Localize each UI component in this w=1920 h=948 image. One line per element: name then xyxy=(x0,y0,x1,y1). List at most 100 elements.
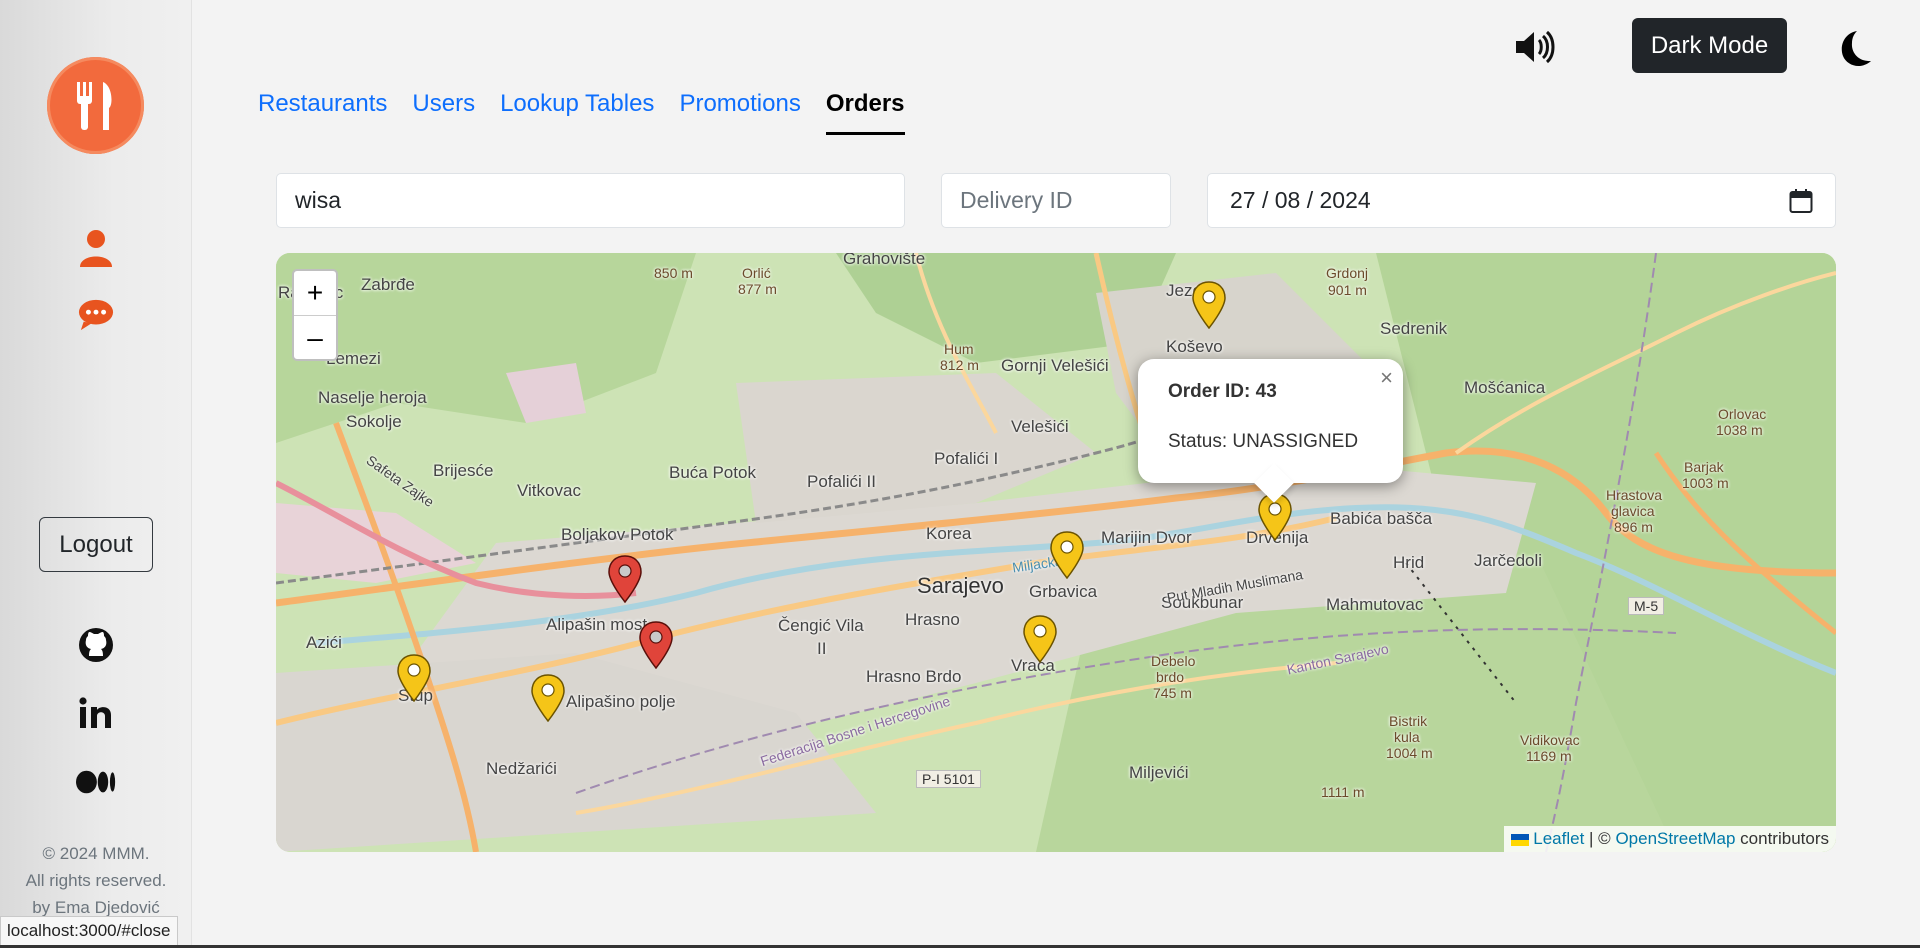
map-label: Čengić Vila xyxy=(778,616,864,635)
user-icon[interactable] xyxy=(78,230,114,267)
map-label: Sedrenik xyxy=(1380,319,1448,338)
map-label: 1111 m xyxy=(1321,784,1365,800)
map-marker[interactable] xyxy=(396,654,432,702)
github-icon[interactable] xyxy=(76,625,116,665)
map-label: Vidikovac xyxy=(1520,732,1580,748)
popup-order-id: Order ID: 43 xyxy=(1168,381,1277,402)
map-label: Zabrđe xyxy=(361,275,415,294)
map-label: Koševo xyxy=(1166,337,1223,356)
order-popup: × Order ID: 43 Status: UNASSIGNED xyxy=(1138,359,1403,503)
map-label: Sokolje xyxy=(346,412,402,431)
map-label: Marijin Dvor xyxy=(1101,528,1192,547)
moon-icon xyxy=(1841,31,1871,67)
sound-toggle[interactable] xyxy=(1513,27,1557,67)
map-label: Vitkovac xyxy=(517,481,581,500)
orders-map[interactable]: Rajlovac Zabrđe Grahovište Jezero Grdonj… xyxy=(276,253,1836,852)
map-label: Hrasno Brdo xyxy=(866,667,962,686)
map-label: Sarajevo xyxy=(917,573,1004,598)
attribution-separator: | © xyxy=(1584,829,1616,848)
date-input[interactable]: 27 / 08 / 2024 xyxy=(1207,173,1836,228)
map-label: glavica xyxy=(1611,503,1655,519)
map-label: Buća Potok xyxy=(669,463,756,482)
map-label: 1003 m xyxy=(1682,475,1729,491)
date-value: 27 / 08 / 2024 xyxy=(1230,187,1371,213)
map-label: 745 m xyxy=(1153,685,1192,701)
delivery-id-input[interactable] xyxy=(941,173,1171,228)
zoom-out-button[interactable]: – xyxy=(294,315,336,359)
restaurant-search-input[interactable] xyxy=(276,173,905,228)
map-marker[interactable] xyxy=(1191,281,1227,329)
attribution-suffix: contributors xyxy=(1735,829,1829,848)
map-label: Nedžarići xyxy=(486,759,557,778)
map-label: Azići xyxy=(306,633,342,652)
osm-link[interactable]: OpenStreetMap xyxy=(1615,829,1735,848)
map-label: Orlovac xyxy=(1718,406,1767,422)
map-label: 877 m xyxy=(738,281,777,297)
popup-close-button[interactable]: × xyxy=(1380,365,1393,391)
orders-tabs: Restaurants Users Lookup Tables Promotio… xyxy=(258,90,930,135)
map-label: Babića bašča xyxy=(1330,509,1433,528)
map-label: Korea xyxy=(926,524,972,543)
tab-promotions[interactable]: Promotions xyxy=(679,90,800,135)
map-label: Jarčedoli xyxy=(1474,551,1543,570)
map-label: Barjak xyxy=(1684,459,1724,475)
fork-knife-icon xyxy=(76,81,111,130)
zoom-in-button[interactable]: + xyxy=(294,271,336,315)
map-label: Hrasno xyxy=(905,610,960,629)
map-label: Grbavica xyxy=(1029,582,1098,601)
map-label: kula xyxy=(1394,729,1420,745)
map-label: 850 m xyxy=(654,265,693,281)
map-label: 1004 m xyxy=(1386,745,1433,761)
map-marker[interactable] xyxy=(1049,531,1085,579)
map-label: Grdonj xyxy=(1326,265,1369,281)
theme-toggle[interactable] xyxy=(1833,27,1877,71)
map-label: Hum xyxy=(944,341,974,357)
map-label: Alipašino polje xyxy=(566,692,676,711)
map-label: Velešići xyxy=(1011,417,1069,436)
map-label: 1169 m xyxy=(1526,748,1572,764)
logout-button[interactable]: Logout xyxy=(39,517,153,572)
chat-icon[interactable] xyxy=(78,297,114,333)
map-label: 812 m xyxy=(940,357,979,373)
tab-orders[interactable]: Orders xyxy=(825,90,905,135)
map-marker[interactable] xyxy=(638,621,674,669)
map-marker[interactable] xyxy=(607,555,643,603)
map-label: Alipašin most xyxy=(546,615,648,634)
map-label: Brijesće xyxy=(433,461,494,480)
map-marker[interactable] xyxy=(530,674,566,722)
tab-users[interactable]: Users xyxy=(412,90,475,135)
tab-restaurants[interactable]: Restaurants xyxy=(258,90,387,135)
linkedin-icon[interactable] xyxy=(76,693,116,733)
map-label: Boljakov Potok xyxy=(561,525,674,544)
map-label: Bistrik xyxy=(1389,713,1428,729)
copyright-text: © 2024 MMM. xyxy=(42,844,150,863)
map-label: 901 m xyxy=(1328,282,1367,298)
logo[interactable] xyxy=(47,57,144,154)
map-label: 1038 m xyxy=(1716,422,1763,438)
map-label: Pofalići I xyxy=(934,449,999,468)
zoom-control: + – xyxy=(292,269,338,361)
map-label: Mahmutovac xyxy=(1326,595,1424,614)
map-label: 896 m xyxy=(1614,519,1653,535)
popup-status: Status: UNASSIGNED xyxy=(1168,431,1359,452)
map-label: M-5 xyxy=(1628,597,1665,615)
map-label: Debelo xyxy=(1151,653,1196,669)
rights-text: All rights reserved. xyxy=(25,871,167,890)
author-text: by Ema Djedović xyxy=(32,898,160,917)
map-label: Orlić xyxy=(742,265,771,281)
map-label: Pofalići II xyxy=(807,472,876,491)
map-label: Hrid xyxy=(1393,553,1425,572)
map-label: Hrastova xyxy=(1606,487,1663,503)
calendar-icon[interactable] xyxy=(1789,188,1813,214)
dark-mode-button[interactable]: Dark Mode xyxy=(1632,18,1787,73)
map-attribution: Leaflet | © OpenStreetMap contributors xyxy=(1503,826,1836,852)
leaflet-link[interactable]: Leaflet xyxy=(1533,829,1584,848)
tab-lookup-tables[interactable]: Lookup Tables xyxy=(500,90,654,135)
medium-icon[interactable] xyxy=(76,762,116,802)
ukraine-flag-icon xyxy=(1510,833,1529,846)
status-bar-url: localhost:3000/#close xyxy=(0,916,178,946)
map-label: Naselje heroja xyxy=(318,388,427,407)
map-label: Mošćanica xyxy=(1464,378,1546,397)
map-marker[interactable] xyxy=(1022,615,1058,663)
map-label: P-I 5101 xyxy=(916,770,981,788)
